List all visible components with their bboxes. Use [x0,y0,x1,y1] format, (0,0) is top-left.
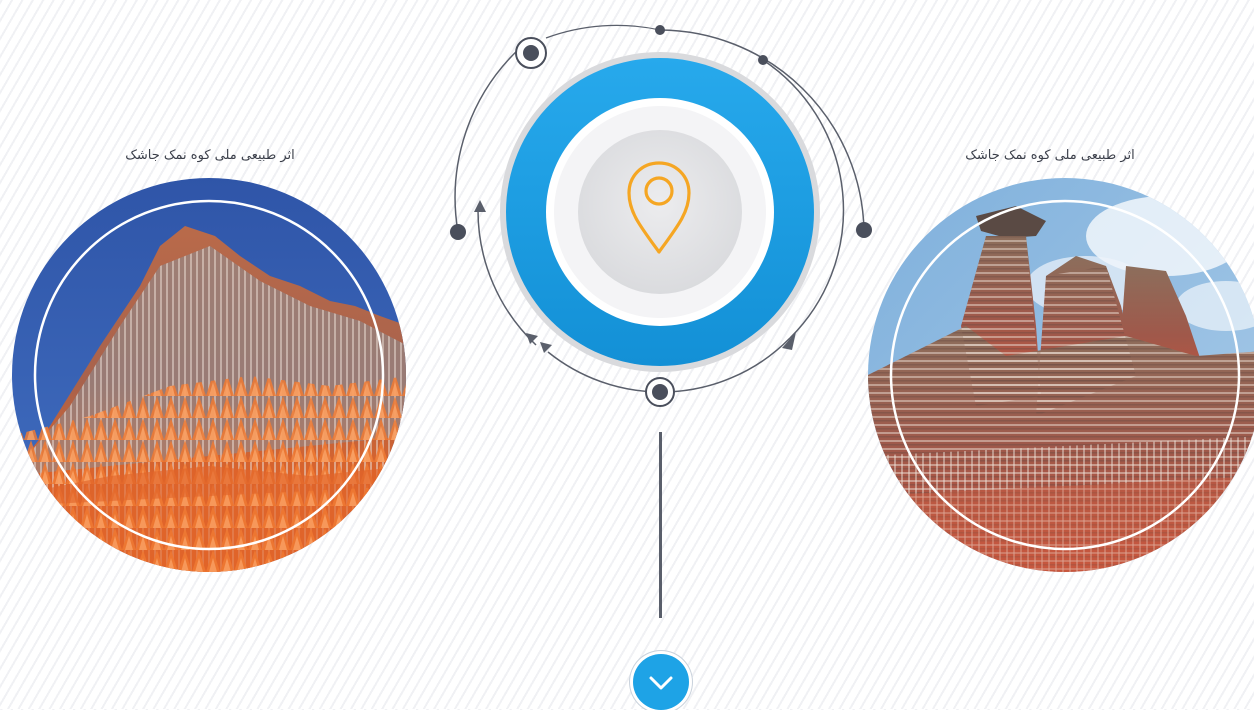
scroll-down-button[interactable] [633,654,689,710]
vertical-connector-line [659,432,662,618]
right-salt-rock-photo[interactable] [866,176,1254,578]
right-photo-caption: اثر طبیعی ملی کوه نمک جاشک [965,148,1135,163]
center-rings [450,24,872,407]
right-photo-image [868,178,1254,572]
left-photo-image [12,178,406,572]
left-salt-mountain-photo[interactable] [10,176,408,578]
left-photo-caption: اثر طبیعی ملی کوه نمک جاشک [125,148,295,163]
chevron-down-icon [649,676,673,690]
center-location-graphic [440,0,880,424]
